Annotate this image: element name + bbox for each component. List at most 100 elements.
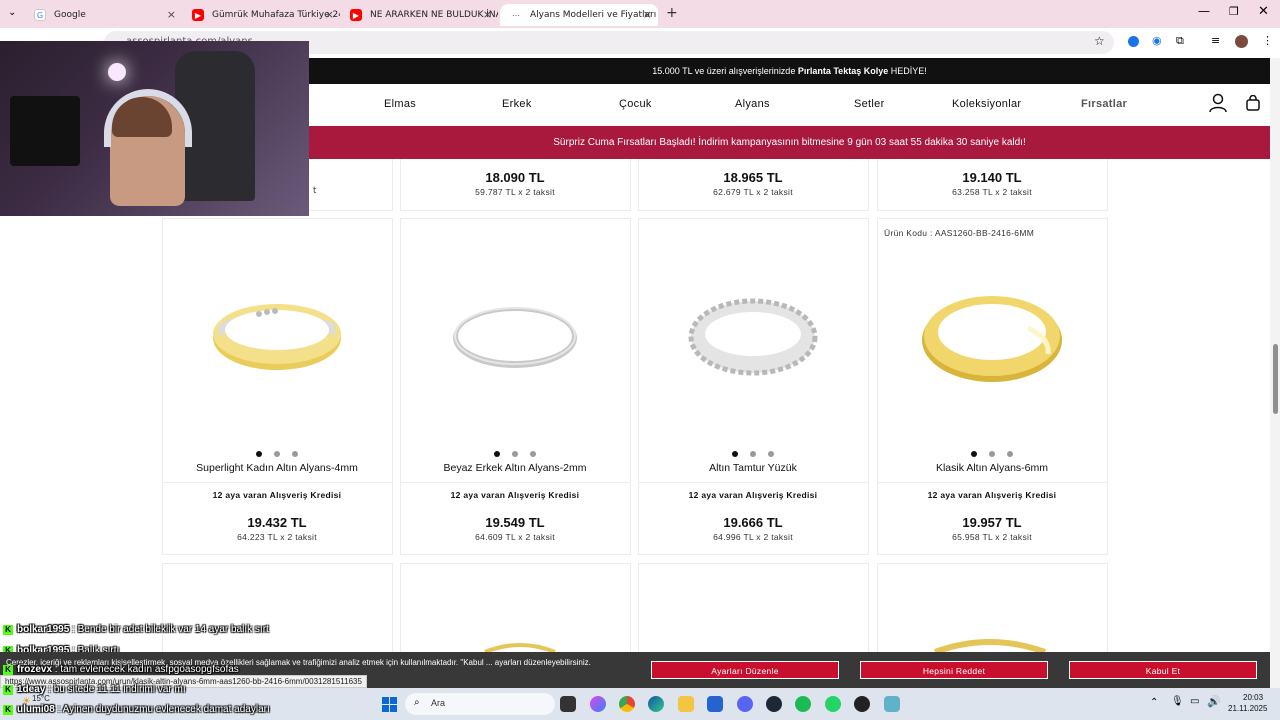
microphone-icon[interactable]: 🎙 xyxy=(1171,696,1184,707)
task-view-icon[interactable] xyxy=(560,696,576,712)
media-control-icon[interactable]: ≡ xyxy=(1211,34,1220,47)
image-carousel-dots[interactable] xyxy=(400,442,630,461)
whatsapp-icon[interactable] xyxy=(825,696,841,712)
promo-banner: 15.000 TL ve üzeri alışverişlerinizde Pı… xyxy=(309,58,1270,84)
promo-prefix: 15.000 TL ve üzeri alışverişlerinizde xyxy=(652,66,796,76)
image-carousel-dots[interactable] xyxy=(877,442,1107,461)
close-icon[interactable]: × xyxy=(167,8,176,21)
extension-icon-1[interactable] xyxy=(1128,36,1139,47)
tab-youtube-1[interactable]: ▶ Gümrük Muhafaza Türkiye 24. B × xyxy=(182,4,340,26)
product-image[interactable] xyxy=(448,302,583,372)
tab-google[interactable]: G Google × xyxy=(24,4,182,26)
bookmark-star-icon[interactable]: ☆ xyxy=(1094,34,1105,48)
spotify-icon[interactable] xyxy=(795,696,811,712)
product-price: 18.965 TL xyxy=(723,170,783,185)
product-installment: 64.223 TL x 2 taksit xyxy=(237,532,317,542)
store-icon[interactable] xyxy=(707,696,723,712)
close-icon[interactable]: × xyxy=(643,8,652,21)
user-icon[interactable] xyxy=(1209,93,1227,117)
tab-alyans[interactable]: ⋯ Alyans Modelleri ve Fiyatları - A × xyxy=(500,4,658,26)
product-installment: 63.258 TL x 2 taksit xyxy=(952,187,1032,197)
windows-start-icon[interactable] xyxy=(382,697,397,716)
copilot-icon[interactable] xyxy=(590,696,606,712)
browser-tab-bar: ⌄ G Google × ▶ Gümrük Muhafaza Türkiye 2… xyxy=(0,0,1280,28)
tab-youtube-2[interactable]: ▶ NE ARARKEN NE BULDUK İNAN × xyxy=(340,4,498,26)
campaign-banner: Sürpriz Cuma Fırsatları Başladı! İndirim… xyxy=(309,126,1270,159)
minimize-icon[interactable]: — xyxy=(1198,4,1210,18)
image-carousel-dots[interactable] xyxy=(162,442,392,461)
product-price-block: 19.666 TL 64.996 TL x 2 taksit xyxy=(638,515,868,542)
file-explorer-icon[interactable] xyxy=(678,696,694,712)
cookie-accept-button[interactable]: Kabul Et xyxy=(1069,661,1257,679)
product-installment: 64.609 TL x 2 taksit xyxy=(475,532,555,542)
obs-icon[interactable] xyxy=(854,696,870,712)
chat-user: frozevx xyxy=(17,664,53,675)
profile-avatar[interactable] xyxy=(1235,35,1248,48)
nav-erkek[interactable]: Erkek xyxy=(502,98,532,110)
discord-icon[interactable] xyxy=(737,696,753,712)
divider xyxy=(401,482,630,483)
audio-icon[interactable]: ◉ xyxy=(1152,34,1162,47)
tray-chevron-icon[interactable]: ⌃ xyxy=(1150,697,1158,708)
scrollbar-thumb[interactable] xyxy=(1273,344,1278,414)
product-price: 19.666 TL xyxy=(723,515,783,530)
main-nav: Elmas Erkek Çocuk Alyans Setler Koleksiy… xyxy=(309,84,1270,126)
steam-icon[interactable] xyxy=(766,696,782,712)
product-installment: 65.958 TL x 2 taksit xyxy=(952,532,1032,542)
product-card[interactable] xyxy=(638,563,869,663)
page-scrollbar[interactable] xyxy=(1270,58,1280,688)
product-price: 18.090 TL xyxy=(485,170,545,185)
product-price-block: 19.957 TL 65.958 TL x 2 taksit xyxy=(877,515,1107,542)
product-card[interactable] xyxy=(638,218,869,555)
network-icon[interactable]: ▭ xyxy=(1190,696,1199,707)
chat-text: : Bende bir adet bileklik var 14 ayar ba… xyxy=(72,624,269,635)
product-name[interactable]: Altın Tamtur Yüzük xyxy=(638,462,868,474)
credit-label: 12 aya varan Alışveriş Kredisi xyxy=(450,490,580,500)
divider xyxy=(163,482,392,483)
image-carousel-dots[interactable] xyxy=(638,442,868,461)
chat-text: : Ayinen duydunuzmu evlenecek damat aday… xyxy=(57,704,270,715)
chat-message: Kfrozevx : tam evlenecek kadın asfpgoaso… xyxy=(3,664,239,675)
product-card[interactable] xyxy=(162,563,393,663)
close-icon[interactable]: × xyxy=(483,8,492,21)
volume-icon[interactable]: 🔊 xyxy=(1207,695,1221,708)
clock-time[interactable]: 20:03 xyxy=(1243,693,1263,702)
edge-icon[interactable] xyxy=(648,696,664,712)
cookie-reject-button[interactable]: Hepsini Reddet xyxy=(860,661,1048,679)
window-close-icon[interactable]: ✕ xyxy=(1258,4,1269,19)
product-name[interactable]: Beyaz Erkek Altın Alyans-2mm xyxy=(400,462,630,474)
product-image[interactable] xyxy=(205,290,350,380)
nav-firsatlar[interactable]: Fırsatlar xyxy=(1081,98,1127,110)
shopping-bag-icon[interactable] xyxy=(1246,94,1260,115)
product-name[interactable]: Superlight Kadın Altın Alyans-4mm xyxy=(162,462,392,474)
chat-text: : tam evlenecek kadın asfpgoasopgfsofas xyxy=(54,664,239,675)
product-image[interactable] xyxy=(920,288,1065,386)
close-icon[interactable]: × xyxy=(325,8,334,21)
product-card[interactable] xyxy=(162,218,393,555)
chat-user: ulumi08 xyxy=(17,704,55,715)
tab-list-chevron-icon[interactable]: ⌄ xyxy=(8,7,16,18)
promo-bold[interactable]: Pırlanta Tektaş Kolye xyxy=(798,66,888,76)
product-card[interactable] xyxy=(400,218,631,555)
taskbar-search[interactable]: ⌕ Ara xyxy=(405,693,555,715)
nav-elmas[interactable]: Elmas xyxy=(384,98,416,110)
youtube-icon: ▶ xyxy=(192,9,204,21)
nav-alyans[interactable]: Alyans xyxy=(735,98,770,110)
maximize-icon[interactable]: ❐ xyxy=(1229,5,1239,18)
product-card[interactable] xyxy=(877,218,1108,555)
product-price: 19.957 TL xyxy=(962,515,1022,530)
chrome-icon[interactable] xyxy=(619,696,635,712)
product-name[interactable]: Klasik Altın Alyans-6mm xyxy=(877,462,1107,474)
app-icon[interactable] xyxy=(884,696,900,712)
menu-kebab-icon[interactable]: ⋮ xyxy=(1262,34,1273,47)
chat-message: K 1deay : bu sitede 11.11 indirimi var mı xyxy=(3,684,186,695)
nav-setler[interactable]: Setler xyxy=(854,98,885,110)
extensions-puzzle-icon[interactable]: ⧉ xyxy=(1176,34,1184,48)
product-image[interactable] xyxy=(686,292,821,382)
cookie-settings-button[interactable]: Ayarları Düzenle xyxy=(651,661,839,679)
chat-user: 1deay xyxy=(17,684,46,695)
new-tab-icon[interactable]: + xyxy=(666,5,678,21)
nav-koleksiyonlar[interactable]: Koleksiyonlar xyxy=(952,98,1021,110)
clock-date[interactable]: 21.11.2025 xyxy=(1228,704,1267,713)
nav-cocuk[interactable]: Çocuk xyxy=(619,98,652,110)
